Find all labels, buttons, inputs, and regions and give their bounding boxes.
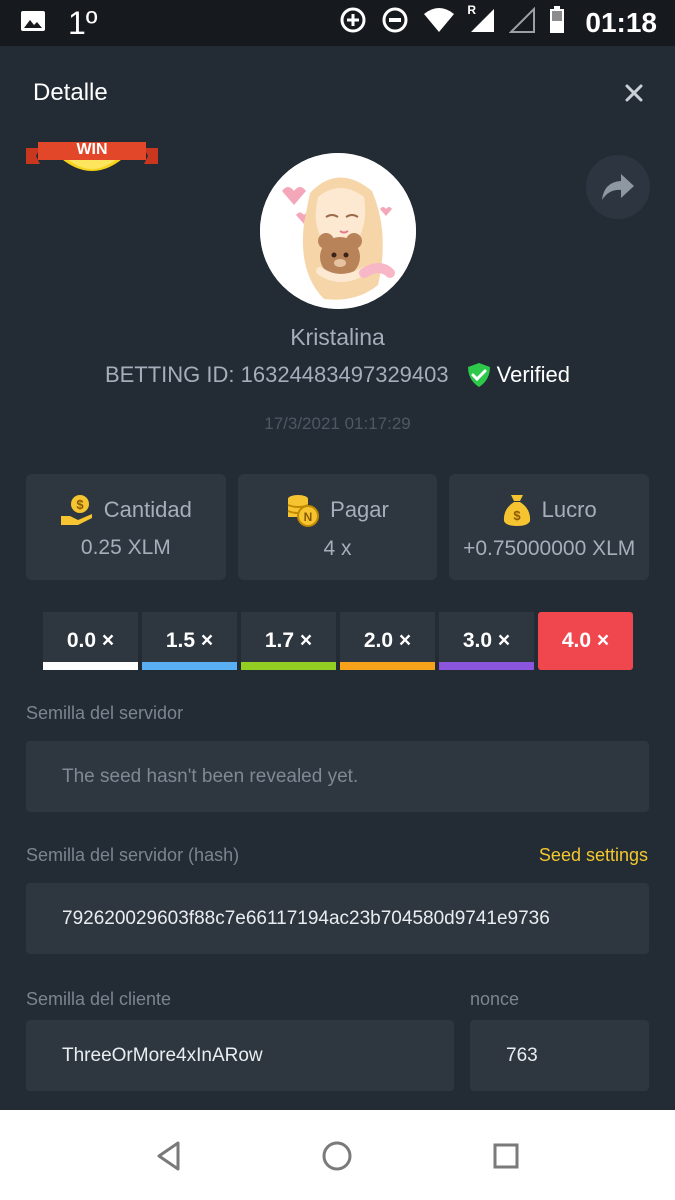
stat-value: +0.75000000 XLM [463, 537, 636, 560]
gallery-notification-icon [20, 8, 46, 39]
stats-cards: $ Cantidad 0.25 XLM N Pagar 4 x $ Lucro … [26, 474, 650, 580]
status-bar: 1º R 01:18 [0, 0, 675, 46]
username: Kristalina [290, 324, 385, 350]
stat-label: Lucro [541, 497, 597, 522]
multiplier-label: 4.0 × [561, 629, 610, 652]
svg-text:$: $ [76, 497, 84, 512]
multiplier-label: 1.7 × [264, 629, 313, 652]
multiplier-tab-5-active[interactable]: 4.0 × [538, 612, 633, 670]
multiplier-label: 1.5 × [165, 629, 214, 652]
multiplier-tab-1[interactable]: 1.5 × [142, 612, 237, 670]
nav-recents-button[interactable] [484, 1134, 528, 1178]
server-hash-field[interactable]: 792620029603f88c7e66117194ac23b704580d97… [26, 883, 649, 954]
bet-timestamp: 17/3/2021 01:17:29 [264, 414, 411, 433]
share-button[interactable] [586, 155, 650, 219]
multiplier-color-bar [241, 662, 336, 670]
server-hash-label: Semilla del servidor (hash) [26, 845, 240, 865]
anime-girl-avatar-image [260, 153, 416, 309]
recents-square-icon [493, 1143, 519, 1169]
svg-text:$: $ [513, 508, 521, 523]
share-arrow-icon [602, 174, 634, 200]
seed-settings-link[interactable]: Seed settings [539, 845, 648, 866]
signal-empty-icon [508, 6, 536, 38]
data-saver-icon [339, 6, 367, 39]
wifi-icon [423, 7, 455, 38]
win-badge-label: WIN [76, 141, 108, 158]
shield-check-icon [467, 363, 490, 387]
stat-card-lucro: $ Lucro +0.75000000 XLM [449, 474, 650, 580]
multiplier-color-bar [43, 662, 138, 670]
nav-home-button[interactable] [315, 1134, 359, 1178]
app-root: 1º R 01:18 Detalle WIN Kristalina BETTIN… [0, 0, 675, 1200]
android-nav-bar [0, 1110, 675, 1200]
stat-label: Cantidad [103, 497, 192, 522]
home-circle-icon [322, 1141, 352, 1171]
stat-value: 0.25 XLM [80, 536, 171, 559]
server-seed-field: The seed hasn't been revealed yet. [26, 741, 649, 812]
avatar [260, 153, 416, 309]
notification-count: 1º [68, 5, 98, 41]
signal-roaming-icon: R [467, 3, 495, 38]
win-badge: WIN [26, 136, 158, 184]
client-seed-field[interactable]: ThreeOrMore4xInARow [26, 1020, 454, 1091]
multiplier-label: 3.0 × [462, 629, 511, 652]
multiplier-tab-2[interactable]: 1.7 × [241, 612, 336, 670]
do-not-disturb-icon [381, 6, 409, 39]
stat-card-cantidad: $ Cantidad 0.25 XLM [26, 474, 226, 580]
close-button[interactable] [621, 80, 647, 106]
stat-label: Pagar [330, 497, 389, 522]
roaming-label: R [467, 3, 477, 17]
multiplier-color-bar [142, 662, 237, 670]
stat-value: 4 x [323, 537, 352, 560]
server-seed-label: Semilla del servidor [26, 703, 184, 723]
multiplier-color-bar [439, 662, 534, 670]
money-bag-icon: $ [503, 495, 530, 526]
detail-panel: Detalle WIN Kristalina BETTING ID: 16324… [0, 46, 675, 1110]
multiplier-label: 0.0 × [66, 629, 115, 652]
close-icon [625, 84, 643, 102]
page-title: Detalle [33, 79, 108, 106]
coin-stack-icon: N [287, 495, 320, 527]
svg-text:N: N [304, 510, 313, 524]
multiplier-tab-0[interactable]: 0.0 × [43, 612, 138, 670]
hand-coin-icon: $ [60, 495, 92, 525]
multiplier-tabs: 0.0 × 1.5 × 1.7 × 2.0 × 3.0 × 4.0 × [43, 612, 633, 670]
verified-badge: Verified [467, 362, 570, 388]
multiplier-tab-4[interactable]: 3.0 × [439, 612, 534, 670]
back-triangle-icon [157, 1141, 180, 1171]
multiplier-tab-3[interactable]: 2.0 × [340, 612, 435, 670]
nonce-field[interactable]: 763 [470, 1020, 649, 1091]
battery-icon [549, 6, 565, 39]
client-seed-label: Semilla del cliente [26, 989, 172, 1009]
nav-back-button[interactable] [147, 1134, 191, 1178]
status-clock: 01:18 [585, 6, 657, 38]
multiplier-label: 2.0 × [363, 629, 412, 652]
verified-label: Verified [496, 362, 571, 387]
stat-card-pagar: N Pagar 4 x [237, 474, 438, 580]
betting-id: BETTING ID: 16324483497329403 [104, 362, 449, 387]
nonce-label: nonce [470, 989, 520, 1009]
betting-id-row: BETTING ID: 16324483497329403 Verified [0, 362, 675, 388]
multiplier-color-bar [340, 662, 435, 670]
